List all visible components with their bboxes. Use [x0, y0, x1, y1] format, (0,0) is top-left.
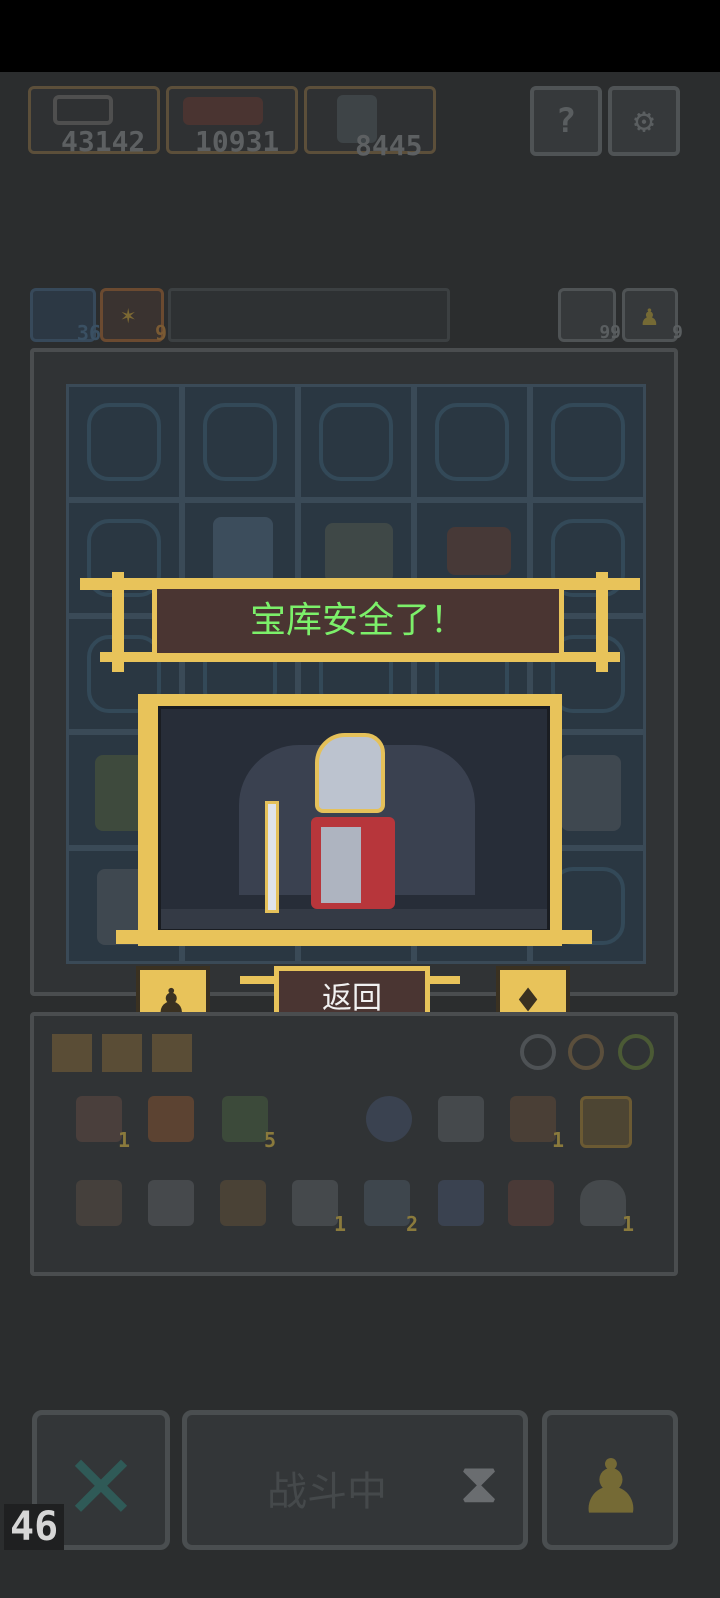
inventory-search-bar: [168, 288, 450, 342]
item-slot[interactable]: [76, 1180, 122, 1226]
star-button[interactable]: ✶ 9: [100, 288, 167, 345]
swap-count: 36: [76, 321, 101, 345]
book-icon: [508, 1180, 554, 1226]
meat-icon: [183, 97, 263, 125]
item-slot[interactable]: 1: [292, 1180, 346, 1236]
boot-icon-2: [364, 1180, 410, 1226]
knight-icon: [301, 733, 397, 911]
chest-icon: [53, 95, 113, 125]
banner-post-right: [596, 572, 608, 672]
unit-button[interactable]: ♟: [542, 1410, 678, 1550]
star-icon: ✶: [121, 301, 136, 329]
banner-post-left: [112, 572, 124, 672]
lantern-icon: [76, 1096, 122, 1142]
close-icon: ✕: [67, 1416, 135, 1544]
item-shelf-tabs: [52, 1028, 202, 1074]
help-icon: ?: [555, 101, 577, 141]
item-slot[interactable]: [220, 1180, 266, 1226]
filter-green-ring-icon[interactable]: [618, 1034, 654, 1070]
chest-resource-value: 43142: [61, 125, 146, 158]
grid-slot[interactable]: [182, 384, 298, 500]
pawn-icon: ♟: [583, 1428, 639, 1535]
grid-slot[interactable]: [298, 384, 414, 500]
filter-coin-icon[interactable]: [568, 1034, 604, 1070]
item-slot[interactable]: 2: [364, 1180, 418, 1236]
meat-resource-box: 10931: [166, 86, 298, 158]
item-slot[interactable]: 1: [580, 1180, 634, 1236]
villager-icon: [561, 755, 621, 831]
home-button[interactable]: 99: [558, 288, 621, 343]
item-row-2: 1 2 1: [76, 1180, 656, 1240]
spike-trap-icon: [76, 1180, 122, 1226]
item-slot[interactable]: [438, 1096, 484, 1142]
chest-unit-icon: [325, 523, 393, 583]
dialog-frame-bottom: [116, 930, 592, 944]
home-count: 99: [599, 322, 621, 343]
meat-resource-value: 10931: [195, 125, 280, 158]
item-slot[interactable]: [148, 1180, 194, 1226]
ship-icon: [220, 1180, 266, 1226]
tab-ramp-2[interactable]: [102, 1034, 142, 1072]
item-shelf-filters: [520, 1030, 660, 1074]
item-slot[interactable]: [580, 1096, 632, 1148]
cloud-icon: [580, 1180, 626, 1226]
hero-resource-box: 8445: [304, 86, 436, 162]
dialog-picture: [158, 706, 550, 932]
pawn-button[interactable]: ♟ 9: [622, 288, 683, 343]
settings-button[interactable]: ⚙: [608, 86, 680, 156]
filter-ring-icon[interactable]: [520, 1034, 556, 1070]
stone-floor: [161, 909, 547, 929]
item-slot[interactable]: 1: [76, 1096, 130, 1152]
orb-icon: [366, 1096, 412, 1142]
item-slot[interactable]: 1: [510, 1096, 564, 1152]
item-slot[interactable]: [438, 1180, 484, 1226]
tab-ramp-3[interactable]: [152, 1034, 192, 1072]
help-button[interactable]: ?: [530, 86, 602, 156]
goblin-icon: [222, 1096, 268, 1142]
chest-resource-box: 43142: [28, 86, 160, 158]
sword-icon: [265, 801, 279, 913]
tab-ramp-1[interactable]: [52, 1034, 92, 1072]
fight-status-button[interactable]: 战斗中 ⧗: [182, 1410, 528, 1550]
anvil-icon: [292, 1180, 338, 1226]
grid-slot[interactable]: [414, 384, 530, 500]
pawn-icon: ♟: [641, 299, 658, 332]
banner-title: 宝库安全了！: [249, 600, 466, 641]
item-slot[interactable]: [148, 1096, 194, 1142]
gear-icon: ⚙: [633, 101, 655, 141]
item-row-1: 1 5 1: [76, 1096, 656, 1156]
pawn-count: 9: [672, 322, 683, 343]
item-slot[interactable]: [366, 1096, 412, 1142]
star-count: 9: [154, 321, 167, 345]
item-slot[interactable]: 5: [222, 1096, 276, 1152]
status-bar: [0, 0, 720, 72]
shield-icon: [148, 1096, 194, 1142]
grid-slot[interactable]: [530, 384, 646, 500]
boot-icon: [438, 1096, 484, 1142]
grid-slot[interactable]: [66, 384, 182, 500]
hourglass-icon: ⧗: [459, 1451, 499, 1516]
minotaur-icon: [213, 517, 273, 587]
banner: 宝库安全了！: [152, 584, 564, 658]
fps-counter: 46: [4, 1504, 65, 1550]
cauldron-icon: [438, 1180, 484, 1226]
item-slot[interactable]: [508, 1180, 554, 1226]
swap-button[interactable]: 36: [30, 288, 101, 345]
meat-unit-icon: [447, 527, 511, 575]
telescope-icon: [510, 1096, 556, 1142]
hero-resource-value: 8445: [355, 129, 423, 162]
crystal-icon: [148, 1180, 194, 1226]
map-icon: [580, 1096, 632, 1148]
fight-status-label: 战斗中: [267, 1469, 387, 1515]
